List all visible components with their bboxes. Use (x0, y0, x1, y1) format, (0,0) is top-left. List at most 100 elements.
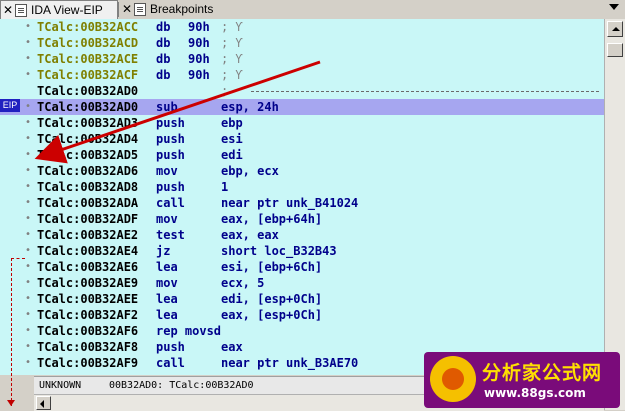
disasm-line[interactable]: • TCalc:00B32AD8 push 1 (0, 179, 604, 195)
chevron-down-icon[interactable] (609, 4, 619, 10)
line-bullet-icon: • (25, 133, 32, 144)
disasm-line[interactable]: • TCalc:00B32AD6 mov ebp, ecx (0, 163, 604, 179)
line-mnemonic: db (156, 68, 171, 82)
line-operand: edi, [esp+0Ch] (221, 292, 323, 306)
line-operand: 90h (188, 20, 210, 34)
line-bullet-icon: • (25, 261, 32, 272)
line-mnemonic: call (156, 196, 185, 210)
disasm-line[interactable]: TCalc:00B32AD0; (0, 83, 604, 99)
tab-bar: ✕ IDA View-EIP ✕ Breakpoints (0, 0, 625, 20)
line-address: TCalc:00B32ADF (37, 212, 139, 226)
line-address: TCalc:00B32ACC (37, 20, 139, 34)
line-address: TCalc:00B32AD6 (37, 164, 139, 178)
line-comment: ; Ƴ (221, 68, 243, 82)
disasm-line[interactable]: • TCalc:00B32AE9 mov ecx, 5 (0, 275, 604, 291)
disasm-line[interactable]: • TCalc:00B32AE2 test eax, eax (0, 227, 604, 243)
line-operand: 1 (221, 180, 229, 194)
line-comment: ; Ƴ (221, 20, 243, 34)
line-address: TCalc:00B32ACD (37, 36, 139, 50)
line-address: TCalc:00B32AD0 (37, 100, 139, 114)
line-operand: ecx, 5 (221, 276, 265, 290)
line-address: TCalc:00B32AF8 (37, 340, 139, 354)
watermark-title: 分析家公式网 (482, 362, 603, 384)
disasm-line[interactable]: • TCalc:00B32AD3 push ebp (0, 115, 604, 131)
logo-icon (430, 356, 476, 402)
disasm-line[interactable]: • TCalc:00B32AF6 rep movsd (0, 323, 604, 339)
tab-ida-view-eip[interactable]: ✕ IDA View-EIP (0, 0, 118, 19)
tab-separator (118, 2, 119, 17)
line-operand: 90h (188, 52, 210, 66)
line-operand: ebp (221, 116, 243, 130)
line-bullet-icon: • (25, 181, 32, 192)
jump-flow-arrowhead-icon (7, 400, 15, 406)
line-bullet-icon: • (25, 277, 32, 288)
line-address: TCalc:00B32ACF (37, 68, 139, 82)
line-address: TCalc:00B32AF6 (37, 324, 139, 338)
disasm-line[interactable]: • TCalc:00B32ACF db 90h ; Ƴ (0, 67, 604, 83)
disasm-line[interactable]: • TCalc:00B32ACD db 90h ; Ƴ (0, 35, 604, 51)
disasm-line[interactable]: • TCalc:00B32AD5 push edi (0, 147, 604, 163)
line-mnemonic: mov (156, 212, 178, 226)
disasm-line[interactable]: • TCalc:00B32ADA call near ptr unk_B41024 (0, 195, 604, 211)
watermark-logo: 分析家公式网 www.88gs.com (424, 352, 620, 408)
line-mnemonic: lea (156, 260, 178, 274)
line-mnemonic: db (156, 20, 171, 34)
disasm-line[interactable]: • TCalc:00B32AE6 lea esi, [ebp+6Ch] (0, 259, 604, 275)
line-mnemonic: jz (156, 244, 171, 258)
disasm-line[interactable]: • TCalc:00B32AF2 lea eax, [esp+0Ch] (0, 307, 604, 323)
separator-semicolon: ; (221, 84, 229, 98)
disassembly-view[interactable]: • TCalc:00B32ACC db 90h ; Ƴ • TCalc:00B32ACD db… (0, 19, 604, 375)
disasm-line[interactable]: • TCalc:00B32ACC db 90h ; Ƴ (0, 19, 604, 35)
line-address: TCalc:00B32AD0 (37, 84, 139, 98)
line-address: TCalc:00B32AD8 (37, 180, 139, 194)
arrow-left-icon (40, 400, 44, 408)
scroll-up-button[interactable] (607, 21, 623, 37)
line-bullet-icon: • (25, 53, 32, 64)
line-address: TCalc:00B32AEE (37, 292, 139, 306)
line-bullet-icon: • (25, 101, 32, 112)
disasm-line[interactable]: • TCalc:00B32ACE db 90h ; Ƴ (0, 51, 604, 67)
line-mnemonic: push (156, 148, 185, 162)
line-bullet-icon: • (25, 341, 32, 352)
close-icon[interactable]: ✕ (120, 2, 134, 16)
line-comment: ; Ƴ (221, 52, 243, 66)
disasm-line[interactable]: • TCalc:00B32AD0 sub esp, 24h (0, 99, 604, 115)
line-mnemonic: db (156, 36, 171, 50)
line-operand: near ptr unk_B41024 (221, 196, 359, 210)
tab-breakpoints[interactable]: ✕ Breakpoints (120, 0, 230, 18)
scroll-left-button[interactable] (36, 396, 51, 410)
close-icon[interactable]: ✕ (1, 3, 15, 17)
line-mnemonic: push (156, 340, 185, 354)
line-address: TCalc:00B32ADA (37, 196, 139, 210)
line-mnemonic: mov (156, 276, 178, 290)
line-bullet-icon: • (25, 325, 32, 336)
line-bullet-icon: • (25, 165, 32, 176)
disasm-line[interactable]: • TCalc:00B32AE4 jz short loc_B32B43 (0, 243, 604, 259)
line-mnemonic: db (156, 52, 171, 66)
disasm-line[interactable]: • TCalc:00B32ADF mov eax, [ebp+64h] (0, 211, 604, 227)
line-address: TCalc:00B32AE2 (37, 228, 139, 242)
line-address: TCalc:00B32AE9 (37, 276, 139, 290)
line-mnemonic: lea (156, 308, 178, 322)
line-operand: esp, 24h (221, 100, 279, 114)
breakpoints-icon (134, 2, 146, 16)
status-mode: UNKNOWN (39, 380, 82, 391)
disasm-line[interactable]: • TCalc:00B32AD4 push esi (0, 131, 604, 147)
line-bullet-icon: • (25, 197, 32, 208)
line-bullet-icon: • (25, 245, 32, 256)
line-address: TCalc:00B32AE6 (37, 260, 139, 274)
line-bullet-icon: • (25, 357, 32, 368)
line-mnemonic: rep movsd (156, 324, 222, 338)
line-bullet-icon: • (25, 69, 32, 80)
scrollbar-thumb[interactable] (607, 43, 623, 57)
line-bullet-icon: • (25, 229, 32, 240)
line-bullet-icon: • (25, 213, 32, 224)
line-operand: esi, [ebp+6Ch] (221, 260, 323, 274)
line-operand: edi (221, 148, 243, 162)
jump-flow-line (11, 258, 25, 406)
arrow-up-icon (612, 27, 620, 31)
disasm-line[interactable]: • TCalc:00B32AEE lea edi, [esp+0Ch] (0, 291, 604, 307)
line-address: TCalc:00B32ACE (37, 52, 139, 66)
line-mnemonic: mov (156, 164, 178, 178)
line-operand: eax, [ebp+64h] (221, 212, 323, 226)
